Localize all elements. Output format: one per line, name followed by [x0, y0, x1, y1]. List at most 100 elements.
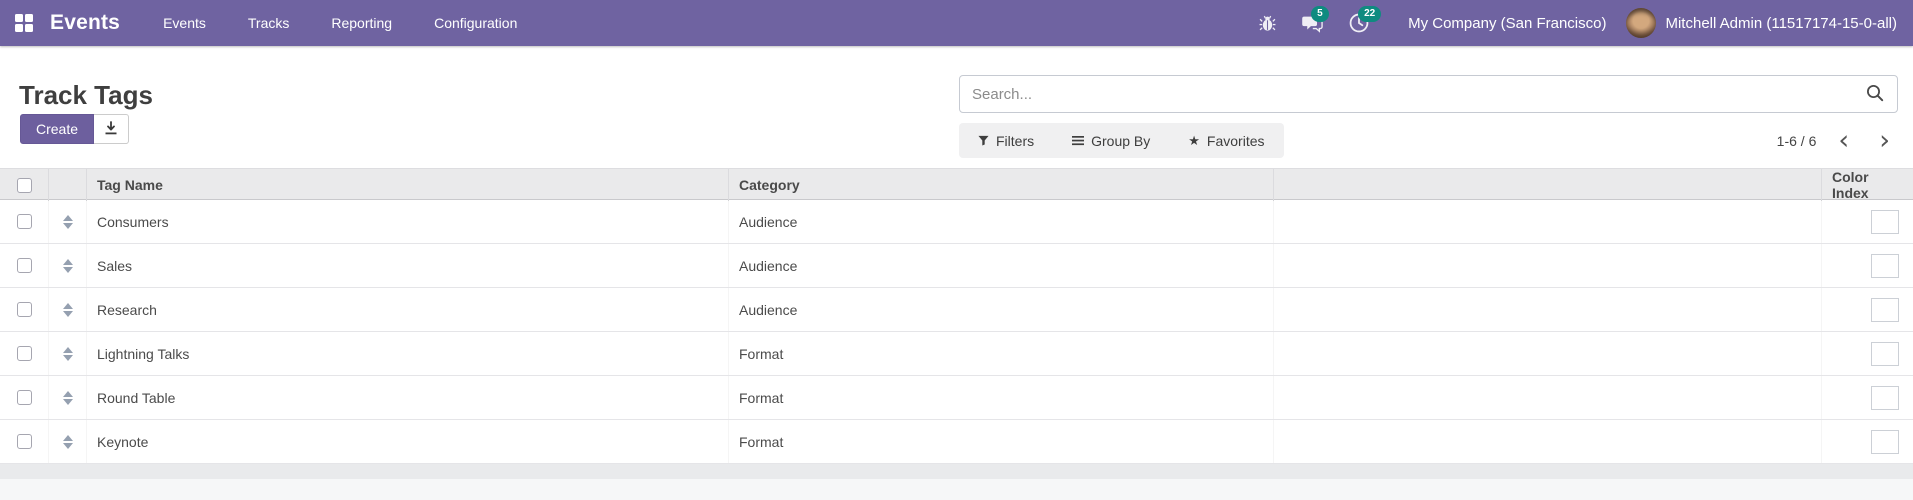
select-all-cell	[0, 169, 48, 201]
filler-cell	[1273, 288, 1821, 331]
search-input[interactable]	[960, 86, 1853, 103]
create-button[interactable]: Create	[20, 114, 94, 144]
table-row[interactable]: Sales Audience	[0, 244, 1913, 288]
menu-events[interactable]: Events	[142, 0, 227, 46]
row-checkbox[interactable]	[17, 390, 32, 405]
category-cell: Audience	[728, 200, 1273, 243]
row-handle-cell	[48, 332, 86, 375]
filler-cell	[1273, 200, 1821, 243]
color-index-cell	[1821, 332, 1913, 375]
search-box	[959, 75, 1898, 113]
pager-previous-button[interactable]: ‹	[1830, 126, 1857, 156]
apps-grid-icon[interactable]	[15, 14, 33, 32]
column-header-tag-name[interactable]: Tag Name	[86, 169, 728, 201]
action-buttons: Create	[20, 114, 129, 144]
row-checkbox[interactable]	[17, 434, 32, 449]
drag-handle-icon[interactable]	[63, 259, 73, 273]
row-handle-cell	[48, 376, 86, 419]
favorites-button[interactable]: ★ Favorites	[1188, 133, 1264, 149]
list-footer-strip	[0, 464, 1913, 479]
filter-bar: Filters Group By ★ Favorites	[959, 123, 1284, 158]
table-row[interactable]: Round Table Format	[0, 376, 1913, 420]
debug-bug-icon[interactable]	[1246, 0, 1289, 46]
row-handle-cell	[48, 288, 86, 331]
color-swatch	[1871, 254, 1899, 278]
group-by-bars-icon	[1072, 133, 1084, 149]
pager-next-button[interactable]: ›	[1871, 126, 1898, 156]
search-submit[interactable]	[1853, 84, 1897, 105]
track-tags-list: Tag Name Category Color Index Consumers …	[0, 168, 1913, 464]
table-row[interactable]: Research Audience	[0, 288, 1913, 332]
drag-handle-icon[interactable]	[63, 215, 73, 229]
tag-name-cell: Consumers	[86, 200, 728, 243]
select-all-checkbox[interactable]	[17, 178, 32, 193]
category-cell: Audience	[728, 288, 1273, 331]
drag-handle-icon[interactable]	[63, 391, 73, 405]
color-swatch	[1871, 210, 1899, 234]
group-by-button[interactable]: Group By	[1072, 133, 1150, 149]
row-checkbox[interactable]	[17, 346, 32, 361]
table-body: Consumers Audience Sales Audience	[0, 200, 1913, 464]
color-swatch	[1871, 386, 1899, 410]
drag-handle-icon[interactable]	[63, 303, 73, 317]
color-index-cell	[1821, 420, 1913, 463]
category-cell: Format	[728, 332, 1273, 375]
main-menu: Events Tracks Reporting Configuration	[142, 0, 538, 46]
column-header-category[interactable]: Category	[728, 169, 1273, 201]
download-icon	[104, 121, 118, 138]
row-select-cell	[0, 200, 48, 243]
export-button[interactable]	[94, 114, 129, 144]
row-handle-cell	[48, 200, 86, 243]
table-row[interactable]: Lightning Talks Format	[0, 332, 1913, 376]
page-background	[0, 479, 1913, 500]
color-index-cell	[1821, 288, 1913, 331]
menu-configuration[interactable]: Configuration	[413, 0, 538, 46]
color-swatch	[1871, 298, 1899, 322]
star-icon: ★	[1188, 134, 1200, 147]
category-cell: Audience	[728, 244, 1273, 287]
color-index-cell	[1821, 376, 1913, 419]
color-swatch	[1871, 342, 1899, 366]
filter-funnel-icon	[978, 133, 989, 149]
user-avatar	[1626, 8, 1656, 38]
filler-cell	[1273, 420, 1821, 463]
drag-handle-icon[interactable]	[63, 347, 73, 361]
menu-tracks[interactable]: Tracks	[227, 0, 310, 46]
table-header-row: Tag Name Category Color Index	[0, 168, 1913, 200]
color-index-cell	[1821, 244, 1913, 287]
top-navbar: Events Events Tracks Reporting Configura…	[0, 0, 1913, 46]
row-handle-cell	[48, 244, 86, 287]
tag-name-cell: Sales	[86, 244, 728, 287]
row-checkbox[interactable]	[17, 258, 32, 273]
row-checkbox[interactable]	[17, 214, 32, 229]
category-cell: Format	[728, 376, 1273, 419]
color-index-cell	[1821, 200, 1913, 243]
messages-count-badge: 5	[1311, 6, 1329, 22]
row-checkbox[interactable]	[17, 302, 32, 317]
filler-cell	[1273, 376, 1821, 419]
tag-name-cell: Lightning Talks	[86, 332, 728, 375]
table-row[interactable]: Consumers Audience	[0, 200, 1913, 244]
tag-name-cell: Round Table	[86, 376, 728, 419]
menu-reporting[interactable]: Reporting	[310, 0, 413, 46]
page-title: Track Tags	[19, 80, 153, 111]
messages-icon[interactable]: 5	[1289, 0, 1336, 46]
systray: 5 22 My Company (San Francisco) Mitchell…	[1246, 0, 1913, 46]
filler-cell	[1273, 244, 1821, 287]
filters-button[interactable]: Filters	[978, 133, 1034, 149]
pager-range[interactable]: 1-6 / 6	[1777, 133, 1817, 149]
row-select-cell	[0, 332, 48, 375]
activities-clock-icon[interactable]: 22	[1336, 0, 1382, 46]
filler-cell	[1273, 332, 1821, 375]
table-row[interactable]: Keynote Format	[0, 420, 1913, 464]
column-header-color-index[interactable]: Color Index	[1821, 169, 1913, 201]
company-switcher[interactable]: My Company (San Francisco)	[1408, 15, 1606, 32]
drag-handle-icon[interactable]	[63, 435, 73, 449]
row-select-cell	[0, 288, 48, 331]
user-name: Mitchell Admin (11517174-15-0-all)	[1665, 15, 1897, 32]
user-menu[interactable]: Mitchell Admin (11517174-15-0-all)	[1626, 8, 1897, 38]
search-icon	[1866, 84, 1884, 105]
column-header-filler	[1273, 169, 1821, 201]
row-select-cell	[0, 420, 48, 463]
app-brand[interactable]: Events	[50, 11, 120, 35]
